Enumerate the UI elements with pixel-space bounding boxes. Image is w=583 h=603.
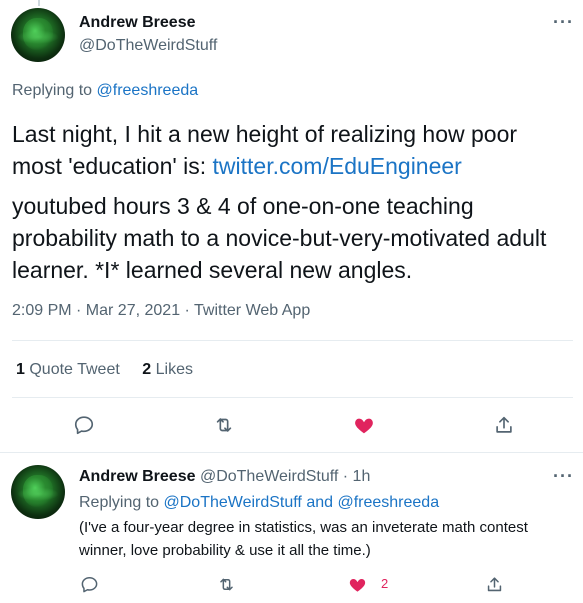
retweet-icon xyxy=(219,578,233,590)
reply-like-button[interactable] xyxy=(344,571,370,597)
reply-share-button[interactable] xyxy=(481,571,507,597)
reply-like-count[interactable]: 2 xyxy=(381,576,388,591)
thread-connector-line xyxy=(38,0,40,6)
reply-header: Andrew Breese @DoTheWeirdStuff · 1h xyxy=(79,468,370,486)
share-icon xyxy=(487,576,501,591)
reply-avatar[interactable] xyxy=(11,465,65,519)
more-options-icon[interactable]: ··· xyxy=(553,12,574,33)
author-name[interactable]: Andrew Breese xyxy=(79,14,196,32)
reply-icon xyxy=(81,576,97,592)
heart-filled-icon xyxy=(355,418,373,434)
retweet-icon xyxy=(216,418,232,432)
heart-filled-icon xyxy=(349,578,365,592)
share-button[interactable] xyxy=(491,412,517,438)
reply-button[interactable] xyxy=(71,412,97,438)
reply-author-name[interactable]: Andrew Breese xyxy=(79,468,196,485)
reply-replying-to-link[interactable]: @DoTheWeirdStuff and @freeshreeda xyxy=(164,494,440,511)
tweet-link[interactable]: twitter.com/EduEngineer xyxy=(213,153,462,179)
tweet-stats: 1 Quote Tweet 2 Likes xyxy=(16,361,211,379)
divider xyxy=(12,397,573,398)
quote-tweet-stat[interactable]: 1 Quote Tweet xyxy=(16,361,120,378)
replying-to-link[interactable]: @freeshreeda xyxy=(97,82,199,99)
avatar[interactable] xyxy=(11,8,65,62)
reply-replying-prefix: Replying to xyxy=(79,494,160,511)
quote-count: 1 xyxy=(16,361,25,378)
share-icon xyxy=(496,416,512,433)
reply-reply-button[interactable] xyxy=(76,571,102,597)
reply-replying-to-line: Replying to @DoTheWeirdStuff and @freesh… xyxy=(79,494,439,512)
tweet-meta[interactable]: 2:09 PM · Mar 27, 2021 · Twitter Web App xyxy=(12,302,310,320)
like-button[interactable] xyxy=(351,412,377,438)
replying-to-line: Replying to @freeshreeda xyxy=(12,82,198,100)
author-handle[interactable]: @DoTheWeirdStuff xyxy=(79,37,217,55)
divider xyxy=(0,452,583,453)
likes-stat[interactable]: 2 Likes xyxy=(142,361,193,378)
tweet-text-paragraph-2: youtubed hours 3 & 4 of one-on-one teach… xyxy=(12,193,547,283)
tweet-text-paragraph-1: Last night, I hit a new height of realiz… xyxy=(12,118,572,182)
retweet-button[interactable] xyxy=(211,412,237,438)
divider xyxy=(12,340,573,341)
replying-to-prefix: Replying to xyxy=(12,82,93,99)
reply-tweet-text: (I've a four-year degree in statistics, … xyxy=(79,519,528,559)
quote-label: Quote Tweet xyxy=(29,361,120,378)
reply-more-options-icon[interactable]: ··· xyxy=(553,466,574,487)
reply-icon xyxy=(74,416,94,435)
likes-label: Likes xyxy=(155,361,193,378)
reply-time[interactable]: · 1h xyxy=(343,468,371,485)
like-count: 2 xyxy=(142,361,152,378)
reply-retweet-button[interactable] xyxy=(213,571,239,597)
reply-author-handle[interactable]: @DoTheWeirdStuff xyxy=(200,468,338,485)
